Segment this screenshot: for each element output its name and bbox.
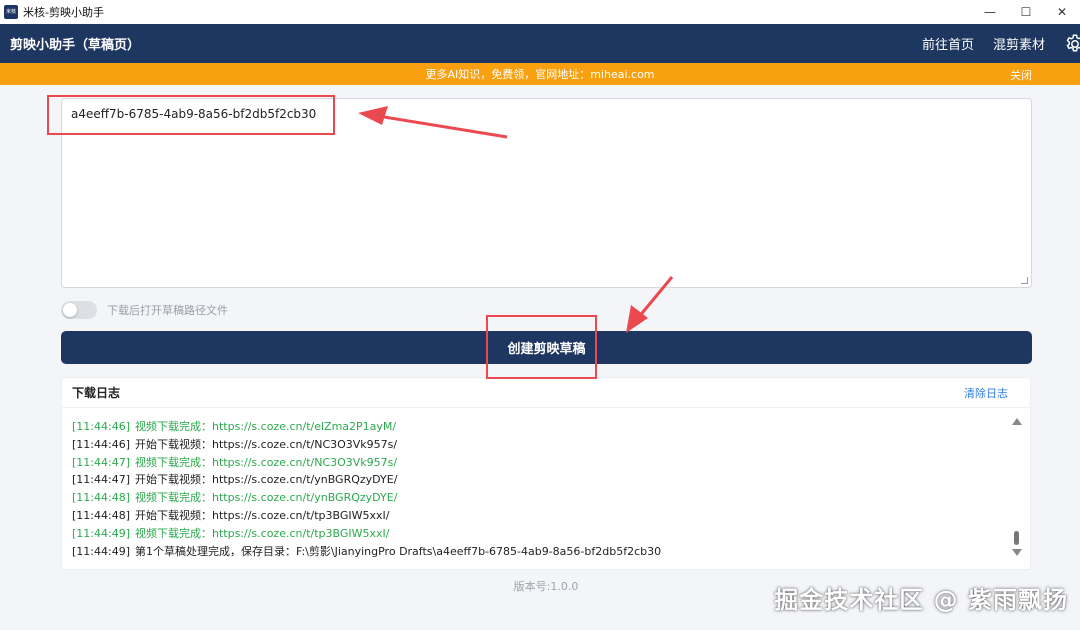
log-line: [11:44:49] 第1个草稿处理完成，保存目录：F:\剪影\JianyingP…	[62, 543, 1007, 561]
log-message: 视频下载完成：https://s.coze.cn/t/ynBGRQzyDYE/	[135, 491, 398, 505]
resize-grip-icon[interactable]	[1021, 277, 1028, 284]
open-path-toggle-row: 下载后打开草稿路径文件	[61, 300, 228, 320]
log-message: 视频下载完成：https://s.coze.cn/t/tp3BGIW5xxI/	[135, 526, 390, 540]
header-nav: 前往首页 混剪素材	[922, 24, 1080, 63]
clear-log-button[interactable]: 清除日志	[964, 385, 1008, 401]
nav-mix-material-link[interactable]: 混剪素材	[993, 34, 1045, 53]
download-log-panel: 下载日志 清除日志 [11:44:46] 视频下载完成：https://s.coz…	[61, 377, 1031, 570]
maximize-icon: ☐	[1020, 5, 1032, 19]
log-message: 开始下载视频：https://s.coze.cn/t/ynBGRQzyDYE/	[135, 473, 398, 487]
log-line: [11:44:48] 视频下载完成：https://s.coze.cn/t/ynB…	[62, 489, 1007, 507]
log-line: [11:44:48] 开始下载视频：https://s.coze.cn/t/tp3…	[62, 507, 1007, 525]
log-time: [11:44:47]	[72, 473, 130, 487]
minimize-icon: —	[984, 5, 996, 19]
log-time: [11:44:48]	[72, 491, 130, 505]
window-titlebar: 米核 米核-剪映小助手 — ☐ ✕	[0, 0, 1080, 24]
close-icon: ✕	[1056, 5, 1068, 19]
scroll-up-arrow-icon[interactable]	[1012, 418, 1022, 425]
banner-close-button[interactable]: 关闭	[1010, 67, 1032, 83]
banner-text: 更多AI知识，免费领，官网地址：miheai.com	[425, 68, 655, 81]
log-time: [11:44:49]	[72, 544, 130, 558]
toggle-label: 下载后打开草稿路径文件	[107, 304, 228, 317]
log-line: [11:44:47] 开始下载视频：https://s.coze.cn/t/ynB…	[62, 471, 1007, 489]
nav-home-link[interactable]: 前往首页	[922, 34, 974, 53]
log-message: 第1个草稿处理完成，保存目录：F:\剪影\JianyingPro Drafts\…	[135, 544, 662, 558]
log-scrollbar[interactable]	[1012, 418, 1022, 564]
log-message: 开始下载视频：https://s.coze.cn/t/tp3BGIW5xxI/	[135, 508, 390, 522]
log-header: 下载日志 清除日志	[62, 378, 1030, 408]
log-time: [11:44:46]	[72, 420, 130, 433]
log-message: 视频下载完成：https://s.coze.cn/t/elZma2P1ayM/	[135, 420, 397, 433]
open-path-toggle[interactable]	[61, 301, 97, 319]
log-message: 视频下载完成：https://s.coze.cn/t/NC3O3Vk957s/	[135, 455, 398, 469]
log-line: [11:44:49] 视频下载完成：https://s.coze.cn/t/tp3…	[62, 525, 1007, 543]
log-time: [11:44:47]	[72, 455, 130, 469]
app-header: 剪映小助手（草稿页） 前往首页 混剪素材	[0, 24, 1080, 63]
app-logo-icon: 米核	[4, 5, 18, 19]
log-line: [11:44:46] 开始下载视频：https://s.coze.cn/t/NC3…	[62, 436, 1007, 454]
highlight-box-input	[47, 95, 335, 135]
log-line: [11:44:46] 视频下载完成：https://s.coze.cn/t/elZ…	[62, 418, 1007, 436]
close-window-button[interactable]: ✕	[1044, 0, 1080, 24]
watermark: 掘金技术社区 @ 紫雨飘扬	[774, 586, 1068, 614]
log-message: 开始下载视频：https://s.coze.cn/t/NC3O3Vk957s/	[135, 437, 398, 451]
scroll-down-arrow-icon[interactable]	[1012, 549, 1022, 556]
gear-icon[interactable]	[1064, 33, 1080, 55]
log-time: [11:44:49]	[72, 526, 130, 540]
scroll-thumb[interactable]	[1014, 531, 1019, 545]
toggle-knob	[63, 303, 77, 317]
log-time: [11:44:46]	[72, 437, 130, 451]
minimize-button[interactable]: —	[972, 0, 1008, 24]
window-title: 米核-剪映小助手	[23, 6, 104, 19]
log-line-partial	[62, 409, 1007, 418]
maximize-button[interactable]: ☐	[1008, 0, 1044, 24]
log-time: [11:44:48]	[72, 508, 130, 522]
promo-banner: 更多AI知识，免费领，官网地址：miheai.com 关闭	[0, 63, 1080, 85]
log-line: [11:44:47] 视频下载完成：https://s.coze.cn/t/NC3…	[62, 454, 1007, 472]
log-title: 下载日志	[72, 386, 121, 400]
page-title: 剪映小助手（草稿页）	[10, 38, 141, 53]
window-controls: — ☐ ✕	[972, 0, 1080, 24]
app-logo-text: 米核	[5, 8, 16, 15]
highlight-box-button	[486, 315, 597, 379]
log-list: [11:44:46] 视频下载完成：https://s.coze.cn/t/elZ…	[62, 409, 1007, 569]
